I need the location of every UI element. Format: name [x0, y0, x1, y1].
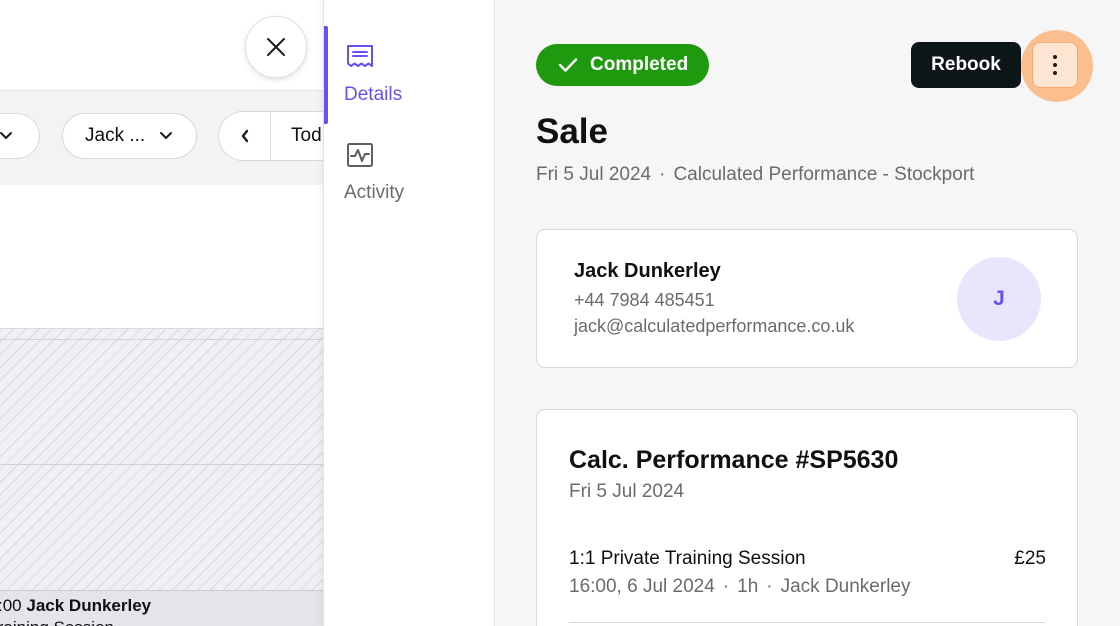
close-icon: [267, 38, 285, 56]
calendar-grid-line: [0, 339, 323, 340]
sale-date: Fri 5 Jul 2024: [536, 164, 652, 185]
page-title: Sale: [536, 112, 608, 151]
receipt-icon: [347, 45, 373, 67]
avatar: J: [957, 257, 1041, 341]
detail-tabs: Details Activity: [323, 0, 495, 626]
appointment-service: Training Session: [0, 618, 114, 626]
checkmark-icon: [558, 58, 578, 72]
appointment-title: :00 Jack Dunkerley: [0, 596, 151, 616]
client-card[interactable]: Jack Dunkerley +44 7984 485451 jack@calc…: [536, 229, 1078, 368]
staff-filter-label: Jack ...: [85, 125, 146, 146]
invoice-title: Calc. Performance #SP5630: [569, 446, 899, 474]
line-item-staff: Jack Dunkerley: [780, 576, 911, 597]
line-item-name: 1:1 Private Training Session: [569, 548, 806, 569]
calendar-blocked-time: [0, 328, 323, 590]
divider: [569, 622, 1045, 623]
chevron-down-icon: [0, 132, 12, 139]
more-dot: [1053, 55, 1057, 59]
previous-date-button[interactable]: [219, 112, 271, 160]
close-button[interactable]: [245, 16, 307, 78]
sale-subtitle: Fri 5 Jul 2024 · Calculated Performance - …: [536, 164, 974, 186]
line-item-meta: 16:00, 6 Jul 2024 · 1h · Jack Dunkerley: [569, 576, 910, 598]
invoice-date: Fri 5 Jul 2024: [569, 481, 685, 502]
appointment-client: Jack Dunkerley: [26, 596, 152, 615]
tab-details[interactable]: Details: [324, 26, 495, 124]
separator-dot: ·: [659, 164, 666, 185]
today-button[interactable]: Tod: [271, 112, 322, 160]
calendar-toolbar: Jack ... Tod: [0, 91, 323, 185]
client-phone: +44 7984 485451: [574, 290, 715, 310]
calendar-slot-area: [0, 185, 323, 328]
active-tab-indicator: [324, 26, 328, 124]
appointment-time: :00: [0, 596, 22, 615]
tab-activity-label: Activity: [344, 182, 405, 203]
staff-filter-dropdown[interactable]: Jack ...: [62, 113, 197, 159]
line-item-duration: 1h: [737, 576, 759, 597]
status-badge: Completed: [536, 44, 710, 86]
invoice-card: Calc. Performance #SP5630 Fri 5 Jul 2024…: [536, 409, 1078, 626]
view-dropdown[interactable]: [0, 113, 40, 159]
calendar-appointment[interactable]: :00 Jack Dunkerley Training Session: [0, 590, 323, 626]
date-navigation: Tod: [218, 111, 323, 161]
tab-details-label: Details: [344, 84, 403, 105]
separator-dot: ·: [766, 576, 773, 597]
calendar-header: [0, 0, 323, 91]
chevron-left-icon: [241, 129, 248, 143]
sale-location: Calculated Performance - Stockport: [673, 164, 975, 185]
sale-details-panel: Completed Rebook Sale Fri 5 Jul 2024 · Cal…: [495, 0, 1120, 626]
more-options-button[interactable]: [1032, 42, 1078, 88]
client-name: Jack Dunkerley: [574, 260, 721, 282]
activity-icon: [347, 143, 373, 167]
line-item-time: 16:00, 6 Jul 2024: [569, 576, 715, 597]
status-label: Completed: [590, 54, 689, 75]
client-email: jack@calculatedperformance.co.uk: [574, 316, 855, 336]
more-dot: [1053, 71, 1057, 75]
line-item-price: £25: [1014, 548, 1046, 569]
more-dot: [1053, 63, 1057, 67]
calendar-grid-line: [0, 464, 323, 465]
chevron-down-icon: [160, 132, 173, 139]
calendar-background: Jack ... Tod :00 Jack Dunkerley: [0, 0, 323, 626]
separator-dot: ·: [722, 576, 730, 597]
tab-activity[interactable]: Activity: [324, 124, 495, 220]
rebook-button[interactable]: Rebook: [911, 42, 1021, 88]
